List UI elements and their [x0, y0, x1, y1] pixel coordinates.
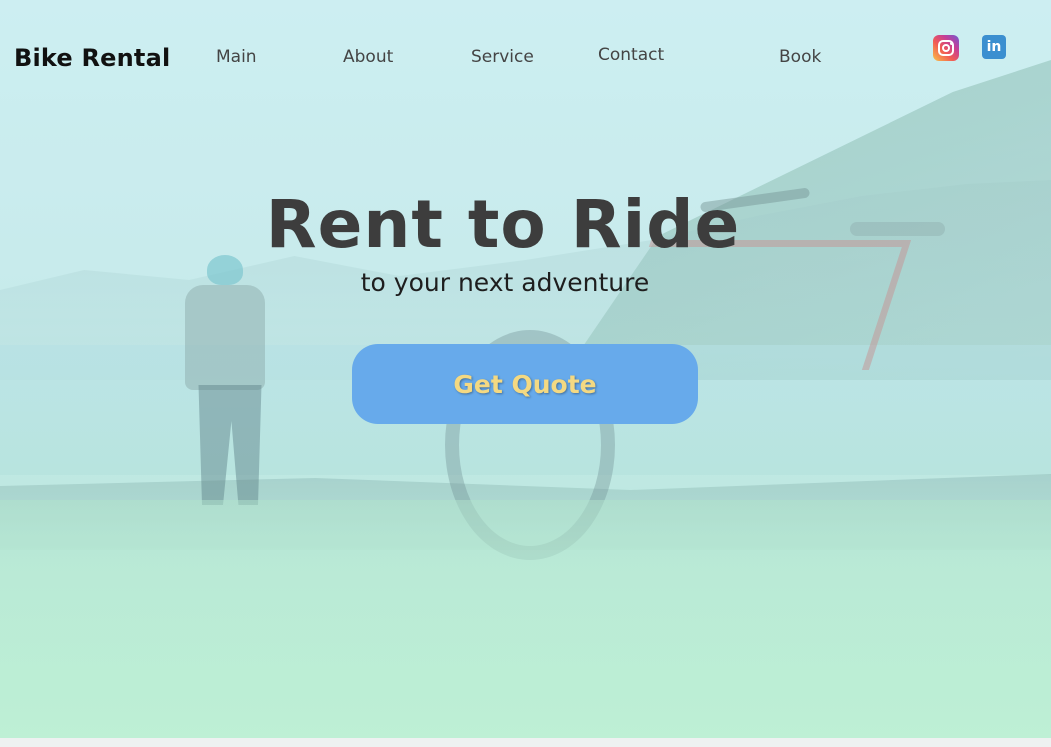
instagram-icon[interactable] — [933, 35, 959, 61]
nav-item-contact[interactable]: Contact — [598, 45, 664, 65]
instagram-lens — [942, 44, 950, 52]
nav-item-service[interactable]: Service — [471, 47, 534, 67]
nav-item-about[interactable]: About — [343, 47, 393, 67]
hero-headline: Rent to Ride — [265, 186, 741, 263]
nav-item-book[interactable]: Book — [779, 47, 821, 67]
get-quote-button[interactable]: Get Quote — [352, 344, 698, 424]
nav-item-main[interactable]: Main — [216, 47, 257, 67]
hero-section: Bike Rental Main About Service Contact B… — [0, 0, 1051, 738]
page-bottom-strip — [0, 738, 1051, 747]
site-logo[interactable]: Bike Rental — [14, 44, 170, 72]
hero-subheadline: to your next adventure — [360, 268, 650, 297]
instagram-flash-dot — [950, 42, 953, 45]
linkedin-icon[interactable]: in — [982, 35, 1006, 59]
